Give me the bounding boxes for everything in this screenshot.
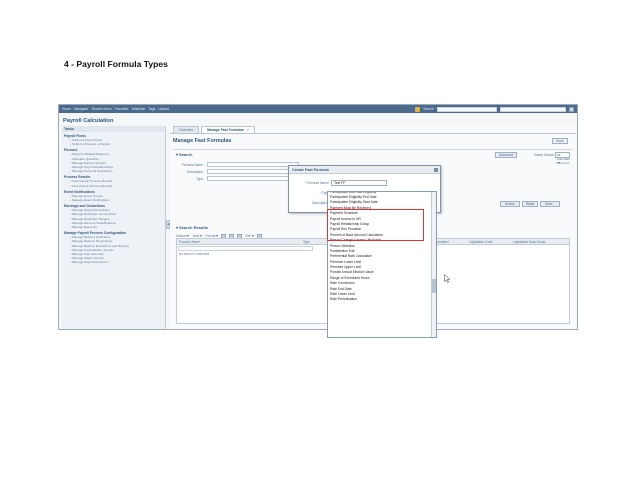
close-tab-icon[interactable]: × [247,128,249,132]
saved-search-value: All Formulas [557,153,570,161]
document-heading: 4 - Payroll Formula Types [64,59,168,69]
tab-manage-fast-formulas[interactable]: Manage Fast Formulas × [201,126,255,133]
done-button[interactable]: Done [552,138,568,144]
dropdown-scrollbar[interactable] [431,192,436,337]
tab-label: Overview [179,128,194,132]
topbar-upload-link[interactable]: Upload [158,107,169,111]
column-header-formula-name[interactable]: Formula Name [179,240,200,244]
chevron-down-icon [187,235,190,238]
task-link[interactable]: Manage Payroll Definitions [70,260,165,264]
description-field-label: Description [312,201,329,205]
empty-table-message: No search conducted. [179,252,211,256]
application-screenshot: Home Navigator Recent Items Favorites Wa… [58,104,578,330]
required-note: * Required [554,161,569,165]
save-search-button[interactable]: Save... [540,201,560,207]
type-search-select[interactable] [207,176,299,181]
dialog-title: Create Fast Formula [289,166,440,174]
mouse-cursor-icon [444,274,451,283]
chevron-down-icon [251,235,254,238]
column-header-compiled[interactable]: Compiled [435,240,448,244]
formula-name-label: Formula Name [181,163,203,167]
task-link[interactable]: Manage Elements [70,225,165,229]
formula-name-field[interactable]: Test FF [331,180,387,186]
formula-name-search-input[interactable] [207,162,299,167]
topbar-tags-link[interactable]: Tags [148,107,155,111]
task-link[interactable]: Manage Event Notifications [70,198,165,202]
tab-label: Manage Fast Formulas [207,128,244,132]
tasks-panel-header: Tasks [62,126,165,132]
topbar-recent-items-menu[interactable]: Recent Items [92,107,112,111]
type-label: Type [196,177,203,181]
topbar-watchlist-menu[interactable]: Watchlist [132,107,146,111]
chevron-down-icon [216,235,219,238]
saved-search-label: Saved Search [533,153,554,157]
query-by-example-row[interactable] [178,246,313,251]
advanced-search-button[interactable]: Advanced [495,152,517,158]
global-search-scope-select[interactable] [437,106,497,112]
search-title-text: Search [179,152,193,157]
saved-search-select[interactable]: All Formulas [555,152,570,165]
global-toolbar: Home Navigator Recent Items Favorites Wa… [59,105,577,113]
page-title: Manage Fast Formulas [173,138,232,144]
description-search-input[interactable] [207,169,299,174]
topbar-navigator-menu[interactable]: Navigator [74,107,89,111]
tasks-panel: Tasks Payroll Flows Submit a Payroll Flo… [62,126,166,329]
search-button[interactable]: Search [500,201,520,207]
tab-bar: Overview Manage Fast Formulas × [170,126,576,134]
chevron-down-icon [200,235,203,238]
global-search-input[interactable] [500,106,566,112]
type-field-label: * Type [319,191,329,195]
topbar-home-link[interactable]: Home [62,107,71,111]
column-header-type[interactable]: Type [303,240,310,244]
task-link[interactable]: View Person Process Results [70,184,165,188]
app-title: Payroll Calculation [63,118,114,124]
highlight-annotation-box [327,209,424,241]
global-search-button[interactable] [569,106,574,112]
close-icon[interactable] [434,168,438,172]
formula-name-field-label: * Formula Name [304,181,329,185]
topbar-favorites-menu[interactable]: Favorites [115,107,129,111]
reset-button[interactable]: Reset [522,201,538,207]
task-link[interactable]: Manage Personal Deductions [70,169,165,173]
task-link[interactable]: Submit a Process or Report [70,142,165,146]
column-header-legislative-data-group[interactable]: Legislative Data Group [513,240,545,244]
notification-flag-icon[interactable] [415,106,421,112]
tab-overview[interactable]: Overview [173,126,200,133]
topbar-search-label: Search [423,107,434,111]
description-label: Description [187,170,203,174]
scrollbar-thumb[interactable] [432,279,436,293]
dropdown-option[interactable]: Rate Periodization [328,297,436,302]
results-title-text: Search Results [179,225,209,230]
column-header-legislative-code[interactable]: Legislative Code [469,240,493,244]
